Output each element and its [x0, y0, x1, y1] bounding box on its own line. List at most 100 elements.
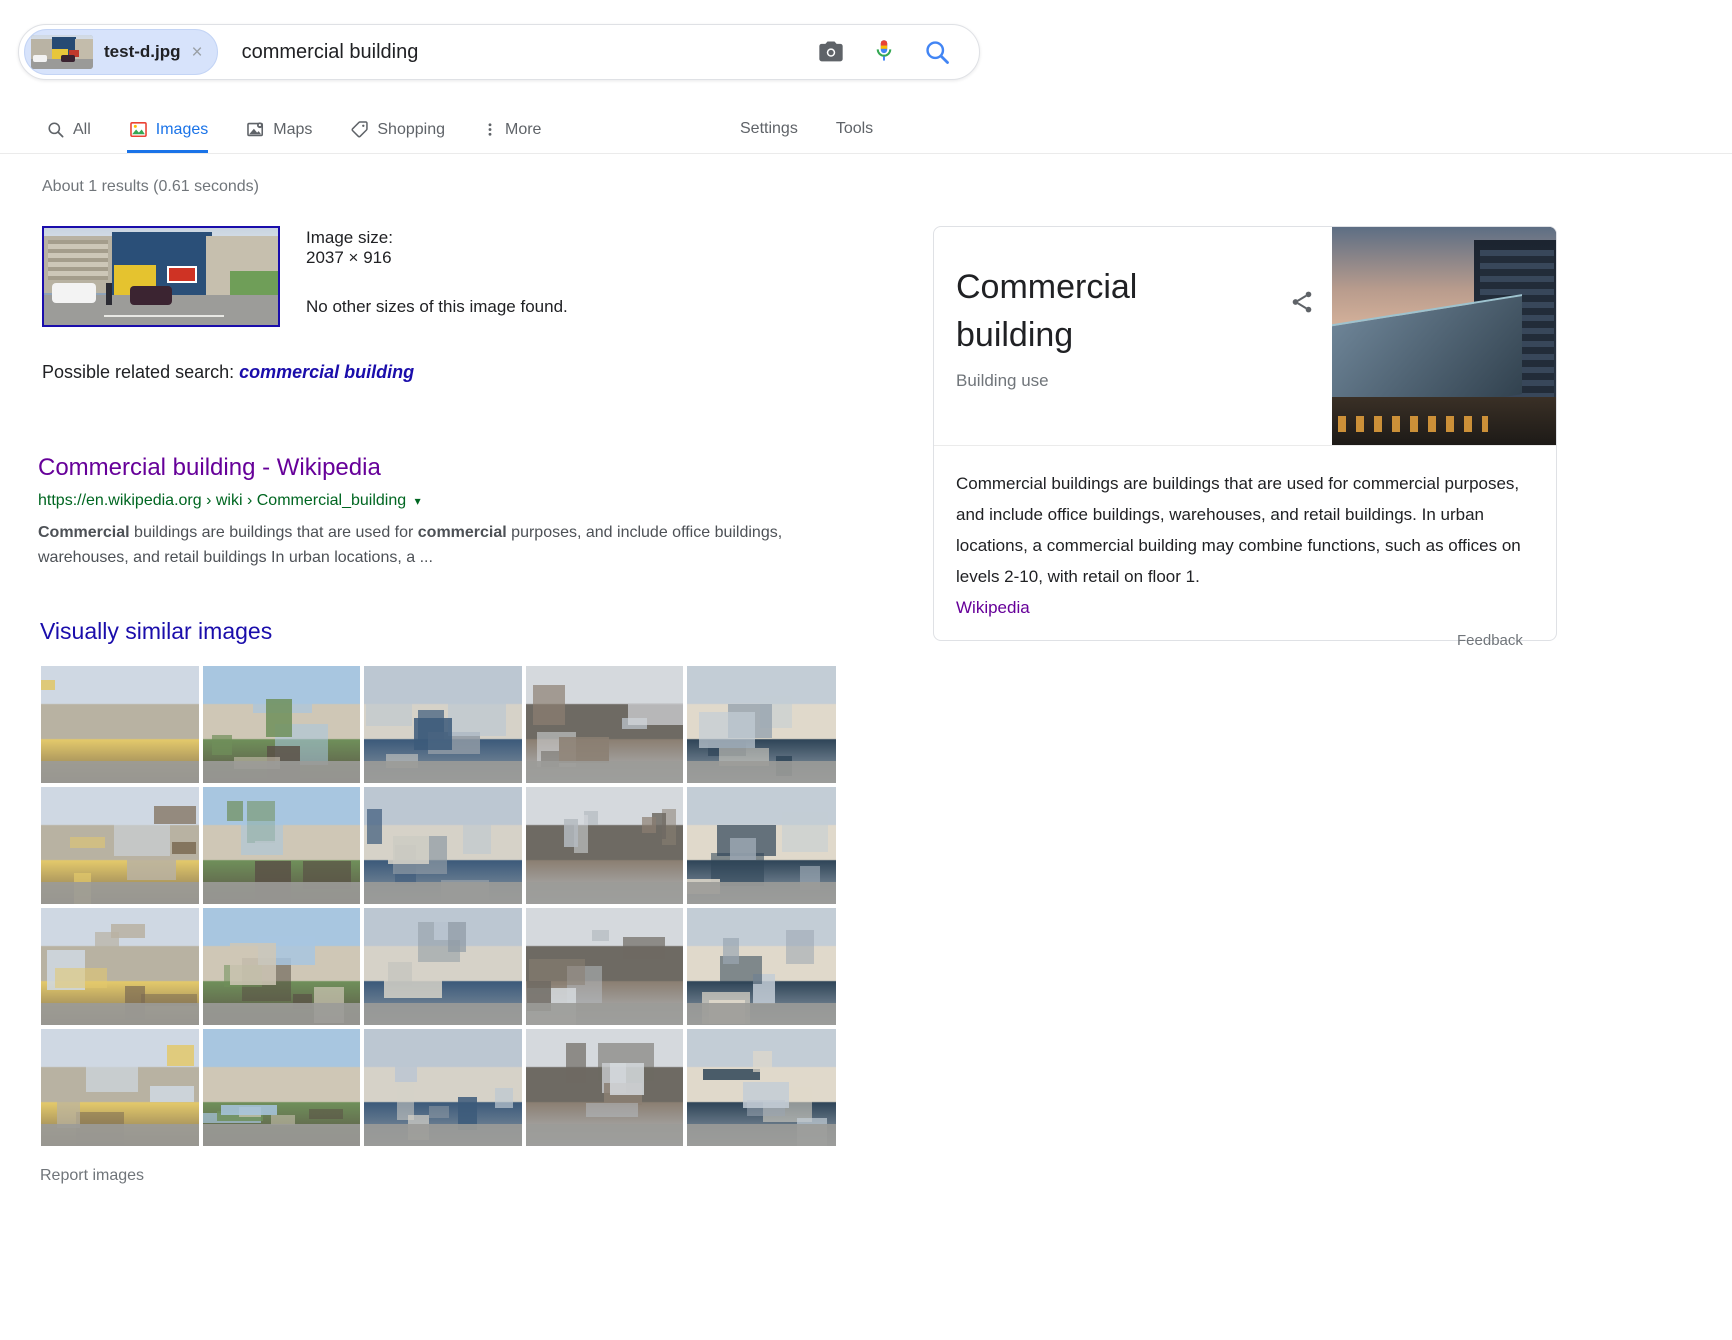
search-bar-container: test-d.jpg ×: [18, 24, 980, 80]
result-url-text: https://en.wikipedia.org › wiki › Commer…: [38, 492, 407, 509]
share-button[interactable]: [1272, 227, 1332, 445]
visually-similar-row: [41, 1029, 837, 1146]
image-detail: [220, 1105, 277, 1115]
similar-image-blue-banner-storefront[interactable]: [687, 787, 837, 904]
similar-image-yellow-two-story-building[interactable]: [41, 666, 199, 783]
magnifier-icon: [48, 122, 64, 138]
similar-image-downtown-high-rise-taxi[interactable]: [41, 908, 199, 1025]
image-detail: [41, 882, 199, 904]
snippet-text: buildings are buildings that are used fo…: [129, 524, 418, 541]
similar-image-flag-banners-boulevard[interactable]: [525, 1029, 684, 1146]
image-detail: [495, 1088, 514, 1108]
similar-image-car-dealership-lot[interactable]: [202, 908, 361, 1025]
similar-image-city-street-led-screen[interactable]: [687, 666, 837, 783]
image-detail: [202, 882, 361, 904]
related-search-link[interactable]: commercial building: [239, 362, 414, 382]
tab-shopping[interactable]: Shopping: [348, 104, 459, 153]
tools-link[interactable]: Tools: [836, 104, 873, 153]
knowledge-panel-hero-image[interactable]: [1332, 227, 1556, 445]
similar-image-times-square-style-street[interactable]: [364, 908, 522, 1025]
possible-related-search: Possible related search: commercial buil…: [42, 362, 414, 383]
image-detail: [525, 1124, 684, 1146]
similar-image-truck-bay-warehouse[interactable]: [687, 1029, 837, 1146]
image-detail: [364, 1124, 522, 1146]
search-input[interactable]: [239, 39, 817, 65]
search-submit-icon[interactable]: [923, 38, 951, 66]
similar-image-paris-bloco-sign[interactable]: [202, 1029, 361, 1146]
image-detail: [211, 735, 232, 755]
image-detail: [591, 930, 609, 941]
image-detail: [226, 801, 243, 821]
similar-image-autumn-street-billboard[interactable]: [41, 787, 199, 904]
image-detail: [525, 882, 684, 904]
image-detail: [388, 827, 430, 864]
image-detail: [111, 924, 145, 938]
matched-image-thumbnail[interactable]: [42, 226, 280, 327]
image-detail: [240, 821, 283, 855]
report-images-link[interactable]: Report images: [40, 1167, 144, 1185]
remove-image-icon[interactable]: ×: [192, 43, 203, 62]
search-bar[interactable]: test-d.jpg ×: [18, 24, 980, 80]
tab-shopping-label: Shopping: [377, 121, 445, 138]
image-detail: [41, 680, 55, 690]
image-detail: [308, 1109, 343, 1119]
uploaded-image-filename: test-d.jpg: [104, 42, 181, 61]
image-detail: [687, 882, 837, 904]
image-detail: [202, 761, 361, 783]
image-detail: [641, 817, 656, 833]
image-detail: [687, 761, 837, 783]
similar-image-classical-building-bus-stop-ad[interactable]: [202, 787, 361, 904]
result-url[interactable]: https://en.wikipedia.org › wiki › Commer…: [38, 490, 858, 512]
image-detail: [448, 922, 467, 952]
image-detail: [687, 1124, 837, 1146]
similar-image-highway-billboards[interactable]: [364, 787, 522, 904]
share-icon: [1292, 291, 1312, 313]
chevron-down-icon[interactable]: ▾: [415, 494, 421, 508]
similar-image-shopfront-row-with-trees[interactable]: [202, 666, 361, 783]
image-detail: [395, 1044, 418, 1082]
similar-image-glass-office-signage[interactable]: [687, 908, 837, 1025]
search-bar-actions: [817, 37, 979, 67]
image-detail: [265, 699, 292, 737]
image-detail: [687, 1003, 837, 1025]
no-other-sizes-text: No other sizes of this image found.: [306, 297, 568, 316]
similar-image-green-commercial-building[interactable]: [364, 1029, 522, 1146]
image-detail: [565, 1043, 586, 1083]
image-detail: [730, 838, 757, 860]
image-detail: [127, 855, 176, 880]
similar-image-apartment-block-billboard[interactable]: [525, 908, 684, 1025]
similar-image-pink-billboard-wall[interactable]: [41, 1029, 199, 1146]
knowledge-panel-source-link[interactable]: Wikipedia: [956, 598, 1532, 618]
result-title-link[interactable]: Commercial building - Wikipedia: [38, 452, 858, 484]
camera-icon[interactable]: [817, 38, 845, 66]
tab-all[interactable]: All: [44, 104, 105, 153]
image-detail: [202, 1003, 361, 1025]
similar-image-green-facade-shopping-centre[interactable]: [525, 787, 684, 904]
image-detail: [743, 1082, 790, 1108]
microphone-icon[interactable]: [871, 37, 897, 67]
image-detail: [202, 1124, 361, 1146]
knowledge-panel: Commercial building Building use Commerc…: [933, 226, 1557, 641]
tag-icon: [351, 121, 369, 138]
uploaded-image-chip[interactable]: test-d.jpg ×: [24, 29, 218, 75]
tab-more[interactable]: More: [481, 104, 555, 153]
image-detail: [622, 937, 665, 959]
search-nav-bar: All Images Maps Shopping More Settings T…: [0, 104, 1732, 154]
visually-similar-heading[interactable]: Visually similar images: [40, 618, 272, 645]
tab-images[interactable]: Images: [126, 104, 222, 153]
image-detail: [229, 943, 276, 985]
tab-maps[interactable]: Maps: [244, 104, 326, 153]
image-size-value: 2037 × 916: [306, 248, 392, 267]
tab-all-label: All: [73, 121, 91, 138]
snippet-highlight: Commercial: [38, 524, 130, 541]
settings-link[interactable]: Settings: [740, 104, 798, 153]
image-detail: [723, 938, 740, 964]
image-detail: [397, 1079, 415, 1120]
similar-image-retail-storefront-street[interactable]: [525, 666, 684, 783]
google-image-search-results-page: test-d.jpg × commercial building All Ima…: [0, 0, 1732, 1340]
tab-images-label: Images: [155, 121, 209, 138]
image-detail: [364, 761, 522, 783]
image-detail: [364, 882, 522, 904]
feedback-link[interactable]: Feedback: [1457, 632, 1523, 649]
similar-image-roadside-digital-billboard[interactable]: [364, 666, 522, 783]
